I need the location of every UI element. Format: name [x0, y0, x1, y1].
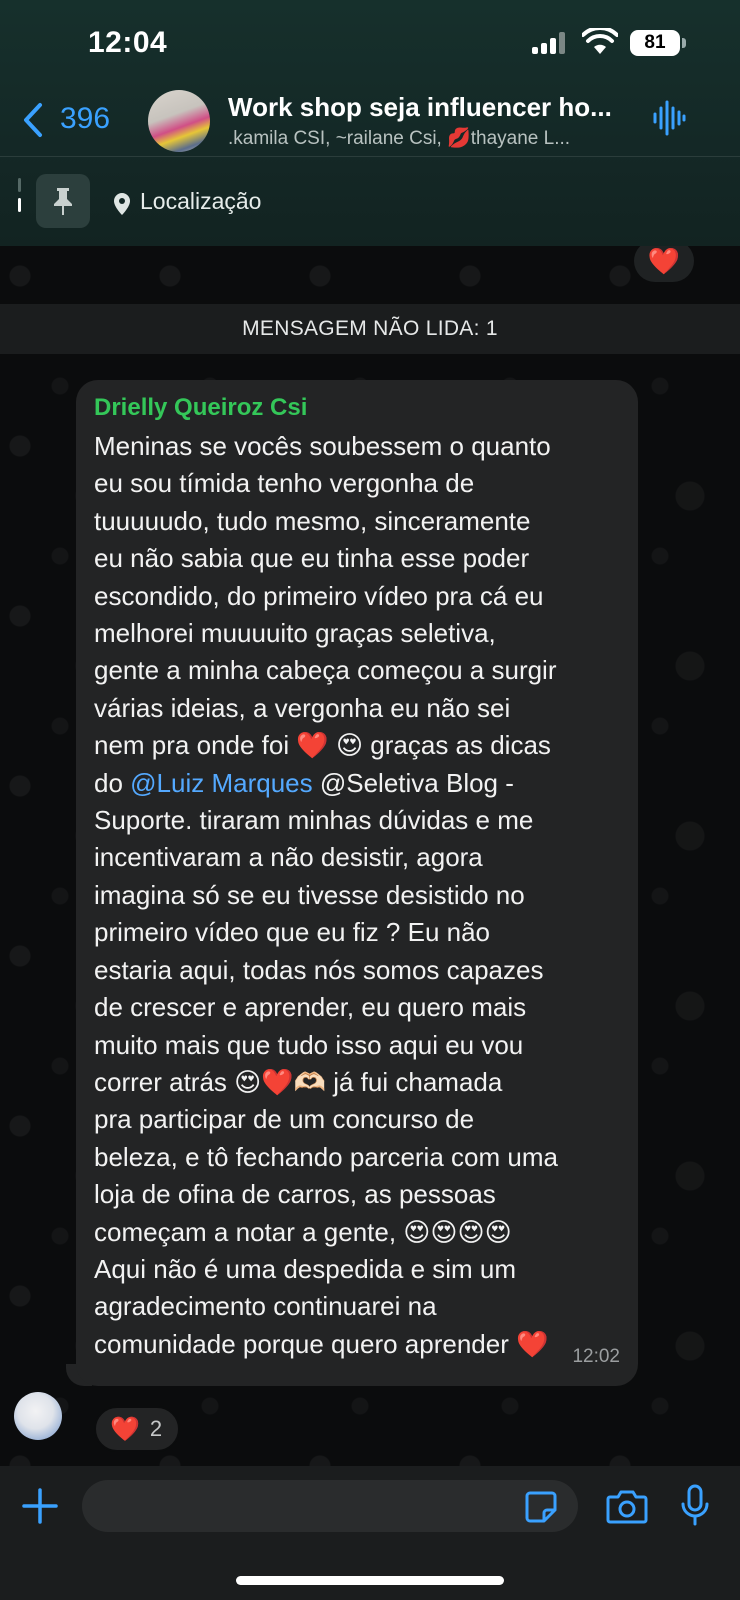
message-line: loja de ofina de carros, as pessoas [94, 1179, 496, 1210]
microphone-icon[interactable] [680, 1484, 710, 1526]
plus-icon[interactable] [22, 1488, 58, 1524]
message-line: agradecimento continuarei na [94, 1291, 437, 1322]
back-unread-count[interactable]: 396 [60, 102, 110, 136]
pin-icon [54, 188, 72, 215]
message-line: tuuuuudo, tudo mesmo, sinceramente [94, 505, 531, 536]
status-time: 12:04 [88, 26, 168, 59]
mention-link[interactable]: @Luiz Marques [130, 768, 312, 798]
message-line: começam a notar a gente, 😍😍😍😍 [94, 1216, 512, 1247]
message-line: Meninas se vocês soubessem o quanto [94, 431, 551, 461]
previous-message-reaction[interactable]: ❤️ [634, 246, 694, 282]
message-line: primeiro vídeo que eu fiz ? Eu não [94, 917, 491, 948]
voice-chat-icon[interactable] [652, 98, 686, 138]
message-line: pra participar de um concurso de [94, 1104, 475, 1135]
message-reaction[interactable]: ❤️ 2 [94, 1406, 180, 1452]
message-input[interactable] [82, 1480, 578, 1532]
pinned-message-bar[interactable]: Localização [0, 158, 740, 246]
message-line: incentivaram a não desistir, agora [94, 842, 483, 873]
mention-suffix: @Seletiva Blog - [312, 767, 514, 798]
group-members[interactable]: .kamila CSI, ~railane Csi, 💋thayane L... [228, 126, 626, 150]
sticker-icon[interactable] [524, 1490, 558, 1524]
home-indicator[interactable] [236, 1576, 504, 1585]
mention-prefix: do [94, 767, 131, 798]
message-line: várias ideias, a vergonha eu não sei [94, 692, 511, 723]
message-line: gente a minha cabeça começou a surgir [94, 655, 557, 686]
back-chevron-icon[interactable] [22, 102, 44, 138]
message-line: eu não sabia que eu tinha esse poder [94, 543, 530, 574]
message-line: melhorei muuuuito graças seletiva, [94, 618, 496, 649]
location-pin-icon [114, 193, 130, 215]
message-line: imagina só se eu tivesse desistido no [94, 879, 525, 910]
sender-avatar[interactable] [14, 1392, 62, 1440]
group-avatar[interactable] [148, 90, 210, 152]
cellular-signal-icon [532, 32, 566, 54]
chat-nav-row: 396 Work shop seja influencer ho... .kam… [0, 86, 740, 158]
chat-header: 12:04 81 396 Work shop seja influencer h… [0, 0, 740, 246]
message-line: de crescer e aprender, eu quero mais [94, 992, 527, 1023]
reaction-heart-icon: ❤️ [110, 1415, 140, 1443]
pinned-indicator [18, 178, 22, 228]
message-sender[interactable]: Drielly Queiroz Csi [94, 390, 620, 428]
status-bar: 12:04 81 [0, 0, 740, 90]
message-line: Suporte. tiraram minhas dúvidas e me [94, 805, 534, 836]
message-line: eu sou tímida tenho vergonha de [94, 468, 475, 499]
message-line: beleza, e tô fechando parceria com uma [94, 1141, 558, 1172]
message-line: muito mais que tudo isso aqui eu vou [94, 1029, 524, 1060]
message-text: Meninas se vocês soubessem o quanto eu s… [94, 428, 622, 1363]
header-divider [0, 156, 740, 157]
composer-bar [0, 1466, 740, 1600]
message-line: comunidade porque quero aprender ❤️ [94, 1328, 549, 1359]
message-line: Aqui não é uma despedida e sim um [94, 1253, 517, 1284]
message-line: correr atrás 😍❤️🫶🏻 já fui chamada [94, 1066, 503, 1097]
wifi-icon [582, 28, 618, 54]
message-timestamp: 12:02 [572, 1346, 620, 1367]
pinned-location-label[interactable]: Localização [140, 188, 261, 215]
message-bubble[interactable]: Drielly Queiroz Csi Meninas se vocês sou… [76, 380, 638, 1386]
camera-icon[interactable] [606, 1488, 648, 1524]
message-line-with-mention: do @Luiz Marques @Seletiva Blog - [94, 765, 622, 802]
pin-button[interactable] [36, 174, 90, 228]
chat-area[interactable]: ❤️ MENSAGEM NÃO LIDA: 1 Drielly Queiroz … [0, 246, 740, 1466]
group-title[interactable]: Work shop seja influencer ho... [228, 92, 628, 123]
battery-tip [682, 38, 686, 48]
message-line: escondido, do primeiro vídeo pra cá eu [94, 580, 544, 611]
message-line: estaria aqui, todas nós somos capazes [94, 954, 544, 985]
message-line: nem pra onde foi ❤️ 😍 graças as dicas [94, 730, 551, 761]
unread-banner: MENSAGEM NÃO LIDA: 1 [0, 304, 740, 354]
reaction-count: 2 [149, 1416, 163, 1441]
battery-indicator: 81 [630, 30, 680, 56]
